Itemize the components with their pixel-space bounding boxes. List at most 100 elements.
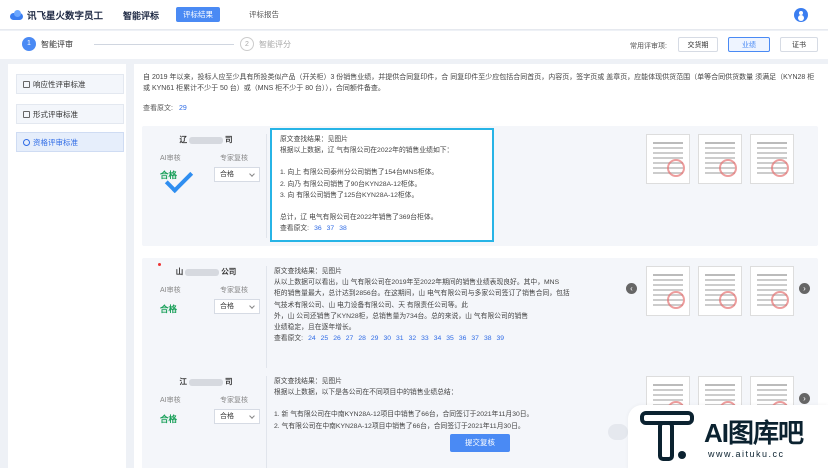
ref-page-link[interactable]: 27 (346, 335, 354, 342)
ref-page-link[interactable]: 29 (179, 105, 187, 112)
redacted-mask (185, 268, 220, 276)
evidence-line: 柜的销售量最大，总计达到2856台。在这期间，山 电气有限公司与多家公司签订了销… (274, 290, 570, 298)
step-bar: 1 智能评审 2 智能评分 常用评审项: 交货期 业绩 证书 (0, 31, 828, 59)
expert-review-select[interactable]: 合格 (214, 167, 260, 182)
common-rules-label: 常用评审项: (630, 43, 667, 50)
sidebar-item-label: 响应性评审标准 (33, 80, 86, 89)
ref-page-link[interactable]: 36 (314, 225, 322, 232)
step-smart-review[interactable]: 1 智能评审 (22, 37, 73, 51)
ref-page-link[interactable]: 39 (497, 335, 505, 342)
divider (266, 376, 267, 468)
app-name: 讯飞星火数字员工 (27, 11, 104, 22)
ref-page-link[interactable]: 35 (446, 335, 454, 342)
sidebar-item-response[interactable]: 响应性评审标准 (16, 74, 124, 94)
sidebar-item-label: 资格评审标准 (33, 138, 78, 147)
ref-page-link[interactable]: 31 (396, 335, 404, 342)
evidence-refs: 查看原文: 24 25 26 27 28 29 30 31 32 33 34 35 36 37 38 39 (274, 333, 614, 344)
sidebar-item-format[interactable]: 形式评审标准 (16, 104, 124, 124)
evidence-line: 2. 气有限公司在中南KYN28A-12项目中销售了66台，合同签订于2021年… (274, 422, 525, 430)
doc-icon (23, 111, 30, 118)
app-logo[interactable]: 讯飞星火数字员工 (10, 8, 103, 22)
ref-page-link[interactable]: 32 (409, 335, 417, 342)
step-smart-score[interactable]: 2 智能评分 (240, 37, 291, 51)
evidence-line (280, 156, 484, 167)
contract-thumbnail[interactable] (750, 134, 794, 184)
evidence-refs: 查看原文: 36 37 38 (280, 223, 484, 234)
carousel-next-icon[interactable]: › (799, 283, 810, 294)
tab-bid-result[interactable]: 评标结果 (176, 7, 220, 22)
ai-review-label: AI审核 (160, 287, 181, 294)
company-prefix: 山 (175, 267, 184, 276)
ref-label: 查看原文: (280, 225, 310, 233)
ai-result: 合格 (160, 304, 178, 314)
ref-page-link[interactable]: 30 (383, 335, 391, 342)
company-name: 山 公司 (156, 266, 256, 277)
ref-page-link[interactable]: 24 (308, 335, 316, 342)
expert-review-select[interactable]: 合格 (214, 299, 260, 314)
ref-page-link[interactable]: 38 (339, 225, 347, 232)
ref-page-link[interactable]: 37 (327, 225, 335, 232)
watermark-logo-icon (640, 411, 694, 461)
rule-button-certificate[interactable]: 证书 (780, 37, 818, 52)
user-avatar-icon[interactable] (794, 8, 808, 22)
chat-bubble-icon[interactable] (608, 424, 628, 440)
company-suffix: 公司 (221, 267, 237, 276)
redacted-mask (189, 136, 223, 144)
ai-review-label: AI审核 (160, 397, 181, 404)
requirement-ref: 查看原文: 29 (143, 103, 187, 113)
evidence-line: 总计，辽 电气有限公司在2022年销售了369台柜体。 (280, 214, 438, 222)
divider (266, 134, 267, 238)
ref-page-link[interactable]: 25 (321, 335, 329, 342)
evidence-line: 原文查找结果：见图片 (274, 268, 342, 275)
company-prefix: 辽 (179, 135, 188, 144)
contract-thumbnail[interactable] (646, 266, 690, 316)
evidence-line: 根据以上数据，以下是各公司在不同项目中的销售业绩总结： (274, 389, 458, 397)
contract-thumbnail[interactable] (698, 134, 742, 184)
rule-button-delivery[interactable]: 交货期 (678, 37, 718, 52)
evidence-line: 根据以上数据，辽 气有限公司在2022年的销售业绩如下： (280, 147, 454, 155)
bidder-card: 辽司 AI审核 专家复核 合格 合格 原文查找结果：见图片 根据以上数据，辽 气… (142, 126, 818, 246)
sidebar-item-qualification[interactable]: 资格评审标准 (16, 132, 124, 152)
watermark-url: www.aituku.cc (708, 449, 785, 459)
requirement-text: 自 2019 年以来，投标人应至少具有所投类似产品（开关柜）3 份销售业绩，并提… (143, 74, 815, 92)
criteria-sidebar: 响应性评审标准 形式评审标准 资格评审标准 (8, 64, 126, 468)
expert-review-label: 专家复核 (220, 397, 248, 404)
carousel-next-icon[interactable]: › (799, 393, 810, 404)
evidence-line: 外，山 公司还销售了KYN28柜，总销售量为734台。总的来说，山 气有限公司的… (274, 312, 529, 320)
step-connector (94, 44, 234, 45)
evidence-text: 原文查找结果：见图片 从以上数据可以看出，山 气有限公司在2019年至2022年… (274, 266, 614, 344)
ref-page-link[interactable]: 36 (459, 335, 467, 342)
evidence-line: 2. 向乃 有限公司销售了90台KYN28A-12柜体。 (280, 180, 422, 188)
ref-page-link[interactable]: 37 (471, 335, 479, 342)
evidence-line: 原文查找结果：见图片 (280, 136, 348, 143)
contract-thumbnail[interactable] (750, 266, 794, 316)
module-title: 智能评标 (123, 11, 160, 21)
evidence-line: 从以上数据可以看出，山 气有限公司在2019年至2022年期间的销售业绩表现良好… (274, 279, 560, 287)
ref-label: 查看原文: (274, 335, 304, 343)
step-number: 2 (240, 37, 254, 51)
ref-page-link[interactable]: 38 (484, 335, 492, 342)
rule-button-performance[interactable]: 业绩 (728, 37, 770, 52)
ai-result: 合格 (160, 414, 178, 424)
ref-page-link[interactable]: 29 (371, 335, 379, 342)
contract-thumbnail[interactable] (646, 134, 690, 184)
ref-page-link[interactable]: 33 (421, 335, 429, 342)
expert-review-select[interactable]: 合格 (214, 409, 260, 424)
sidebar-item-label: 形式评审标准 (33, 110, 78, 119)
company-suffix: 司 (225, 377, 233, 386)
cloud-logo-icon (10, 9, 23, 21)
evidence-line: 3. 向 有限公司销售了125台KYN28A-12柜体。 (280, 191, 419, 199)
tab-bid-report[interactable]: 评标报告 (242, 7, 286, 22)
carousel-prev-icon[interactable]: ‹ (626, 283, 637, 294)
watermark: AI图库吧 www.aituku.cc (628, 405, 828, 468)
evidence-line: 业绩稳定，且在逐年增长。 (274, 324, 356, 332)
evidence-line: 气技术有限公司、山 电力设备有限公司、天 有限责任公司等。此 (274, 301, 469, 309)
submit-review-button[interactable]: 提交复核 (450, 434, 510, 452)
step-label: 智能评审 (41, 39, 73, 49)
evidence-text: 原文查找结果：见图片 根据以上数据，以下是各公司在不同项目中的销售业绩总结： 1… (274, 376, 614, 432)
top-bar: 讯飞星火数字员工 智能评标 评标结果 评标报告 (0, 0, 828, 30)
contract-thumbnail[interactable] (698, 266, 742, 316)
ref-page-link[interactable]: 28 (358, 335, 366, 342)
ref-page-link[interactable]: 34 (434, 335, 442, 342)
ref-page-link[interactable]: 26 (333, 335, 341, 342)
